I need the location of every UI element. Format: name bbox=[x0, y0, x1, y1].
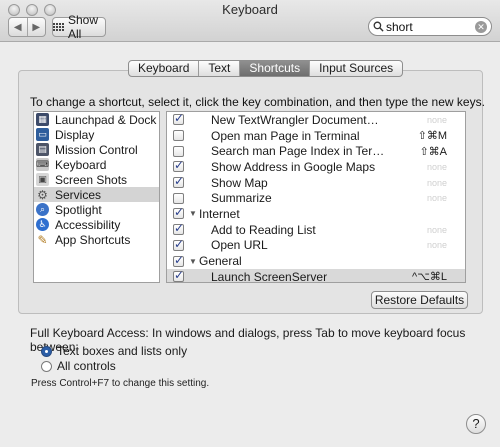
tab-keyboard[interactable]: Keyboard bbox=[129, 61, 198, 76]
shortcut-checkbox[interactable] bbox=[173, 237, 184, 251]
mission-control-icon: ▤ bbox=[36, 143, 49, 156]
shortcut-row[interactable]: Show Map none bbox=[167, 174, 465, 191]
clear-search-icon[interactable]: ✕ bbox=[475, 20, 487, 33]
shortcut-key[interactable]: none bbox=[427, 225, 447, 235]
gear-icon: ⚙ bbox=[37, 187, 48, 202]
search-icon bbox=[373, 21, 384, 32]
instruction-text: To change a shortcut, select it, click t… bbox=[30, 95, 485, 109]
shortcut-key[interactable]: none bbox=[427, 178, 447, 188]
category-services[interactable]: ⚙ Services bbox=[34, 187, 159, 202]
shortcut-row[interactable]: Launch ScreenServer ^⌥⌘L bbox=[167, 268, 465, 283]
shortcut-key[interactable]: ^⌥⌘L bbox=[412, 270, 447, 282]
show-all-button[interactable]: Show All bbox=[52, 13, 106, 41]
back-icon[interactable]: ◀ bbox=[9, 18, 27, 36]
accessibility-icon: ♿ bbox=[36, 218, 49, 231]
category-label: Display bbox=[55, 127, 95, 142]
radio-all-controls[interactable]: All controls bbox=[41, 359, 116, 373]
keyboard-icon: ⌨ bbox=[36, 158, 49, 171]
group-checkbox[interactable] bbox=[173, 205, 184, 220]
shortcut-name: Open URL bbox=[211, 238, 268, 253]
shortcut-name: Summarize bbox=[211, 191, 272, 206]
shortcut-group-internet[interactable]: ▼ Internet bbox=[167, 205, 465, 222]
shortcut-checkbox[interactable] bbox=[173, 221, 184, 236]
disclosure-triangle-icon[interactable]: ▼ bbox=[189, 257, 197, 266]
shortcut-checkbox[interactable] bbox=[173, 268, 184, 282]
grid-icon bbox=[53, 23, 64, 31]
category-label: Screen Shots bbox=[55, 172, 128, 187]
group-name: General bbox=[199, 254, 242, 269]
shortcut-group-general[interactable]: ▼ General bbox=[167, 253, 465, 269]
app-shortcuts-icon: ✎ bbox=[37, 232, 48, 247]
shortcut-row[interactable]: Open man Page in Terminal ⇧⌘M bbox=[167, 128, 465, 144]
shortcut-key[interactable]: none bbox=[427, 162, 447, 172]
category-spotlight[interactable]: ⌕ Spotlight bbox=[34, 202, 159, 217]
category-display[interactable]: ▭ Display bbox=[34, 127, 159, 142]
category-keyboard[interactable]: ⌨ Keyboard bbox=[34, 157, 159, 172]
search-input[interactable]: short bbox=[386, 20, 475, 34]
shortcut-name: Launch ScreenServer bbox=[211, 269, 328, 283]
shortcut-key[interactable]: none bbox=[427, 115, 447, 125]
tab-input-sources[interactable]: Input Sources bbox=[309, 61, 402, 76]
title-bar: Keyboard ◀ ▶ Show All short ✕ bbox=[0, 0, 500, 42]
help-button[interactable]: ? bbox=[466, 414, 486, 434]
shortcut-name: Search man Page Index in Ter… bbox=[211, 144, 385, 159]
category-label: Launchpad & Dock bbox=[55, 112, 157, 127]
show-all-label: Show All bbox=[68, 13, 99, 41]
category-label: Services bbox=[55, 187, 102, 202]
tab-bar: Keyboard Text Shortcuts Input Sources bbox=[128, 60, 404, 77]
radio-button[interactable] bbox=[41, 360, 52, 372]
category-label: Mission Control bbox=[55, 142, 138, 157]
launchpad-icon: ▦ bbox=[36, 113, 49, 126]
shortcut-checkbox[interactable] bbox=[173, 145, 184, 157]
tab-text[interactable]: Text bbox=[198, 61, 239, 76]
shortcut-row[interactable]: Open URL none bbox=[167, 237, 465, 254]
disclosure-triangle-icon[interactable]: ▼ bbox=[189, 209, 197, 218]
shortcut-name: New TextWrangler Document… bbox=[211, 112, 379, 127]
shortcut-name: Show Map bbox=[211, 175, 268, 190]
shortcuts-list: New TextWrangler Document… none Open man… bbox=[166, 111, 466, 283]
shortcut-checkbox[interactable] bbox=[173, 158, 184, 173]
radio-label: All controls bbox=[57, 359, 116, 373]
category-label: Spotlight bbox=[55, 202, 102, 217]
shortcut-row[interactable]: Show Address in Google Maps none bbox=[167, 158, 465, 175]
spotlight-icon: ⌕ bbox=[36, 203, 49, 216]
shortcut-name: Open man Page in Terminal bbox=[211, 128, 360, 143]
category-launchpad-dock[interactable]: ▦ Launchpad & Dock bbox=[34, 112, 159, 127]
shortcut-key[interactable]: ⇧⌘A bbox=[419, 145, 447, 158]
display-icon: ▭ bbox=[36, 128, 49, 141]
category-screen-shots[interactable]: ▣ Screen Shots bbox=[34, 172, 159, 187]
category-mission-control[interactable]: ▤ Mission Control bbox=[34, 142, 159, 157]
shortcut-key[interactable]: none bbox=[427, 240, 447, 250]
category-app-shortcuts[interactable]: ✎ App Shortcuts bbox=[34, 232, 159, 247]
category-label: Accessibility bbox=[55, 217, 121, 232]
shortcut-checkbox[interactable] bbox=[173, 174, 184, 189]
shortcut-checkbox[interactable] bbox=[173, 192, 184, 204]
restore-defaults-button[interactable]: Restore Defaults bbox=[371, 291, 468, 309]
shortcut-name: Show Address in Google Maps bbox=[211, 159, 376, 174]
navigation-buttons: ◀ ▶ bbox=[8, 17, 46, 37]
forward-icon[interactable]: ▶ bbox=[26, 18, 46, 36]
category-accessibility[interactable]: ♿ Accessibility bbox=[34, 217, 159, 232]
category-list: ▦ Launchpad & Dock ▭ Display ▤ Mission C… bbox=[33, 111, 160, 283]
shortcut-key[interactable]: none bbox=[427, 193, 447, 203]
search-field[interactable]: short ✕ bbox=[368, 17, 492, 36]
category-label: Keyboard bbox=[55, 157, 107, 172]
shortcut-checkbox[interactable] bbox=[173, 112, 184, 126]
tab-shortcuts[interactable]: Shortcuts bbox=[239, 61, 310, 76]
radio-label: Text boxes and lists only bbox=[57, 344, 188, 358]
screenshot-icon: ▣ bbox=[36, 173, 49, 186]
category-label: App Shortcuts bbox=[55, 232, 131, 247]
radio-text-boxes-and-lists[interactable]: Text boxes and lists only bbox=[41, 344, 187, 358]
shortcut-row[interactable]: New TextWrangler Document… none bbox=[167, 112, 465, 128]
shortcut-row[interactable]: Summarize none bbox=[167, 190, 465, 206]
shortcut-checkbox[interactable] bbox=[173, 130, 184, 142]
group-name: Internet bbox=[199, 206, 240, 221]
shortcut-name: Add to Reading List bbox=[211, 222, 316, 237]
shortcut-row[interactable]: Search man Page Index in Ter… ⇧⌘A bbox=[167, 143, 465, 159]
shortcut-key[interactable]: ⇧⌘M bbox=[418, 129, 447, 142]
group-checkbox[interactable] bbox=[173, 253, 184, 267]
radio-button[interactable] bbox=[41, 345, 52, 357]
shortcut-row[interactable]: Add to Reading List none bbox=[167, 221, 465, 238]
keyboard-access-hint: Press Control+F7 to change this setting. bbox=[31, 378, 210, 389]
